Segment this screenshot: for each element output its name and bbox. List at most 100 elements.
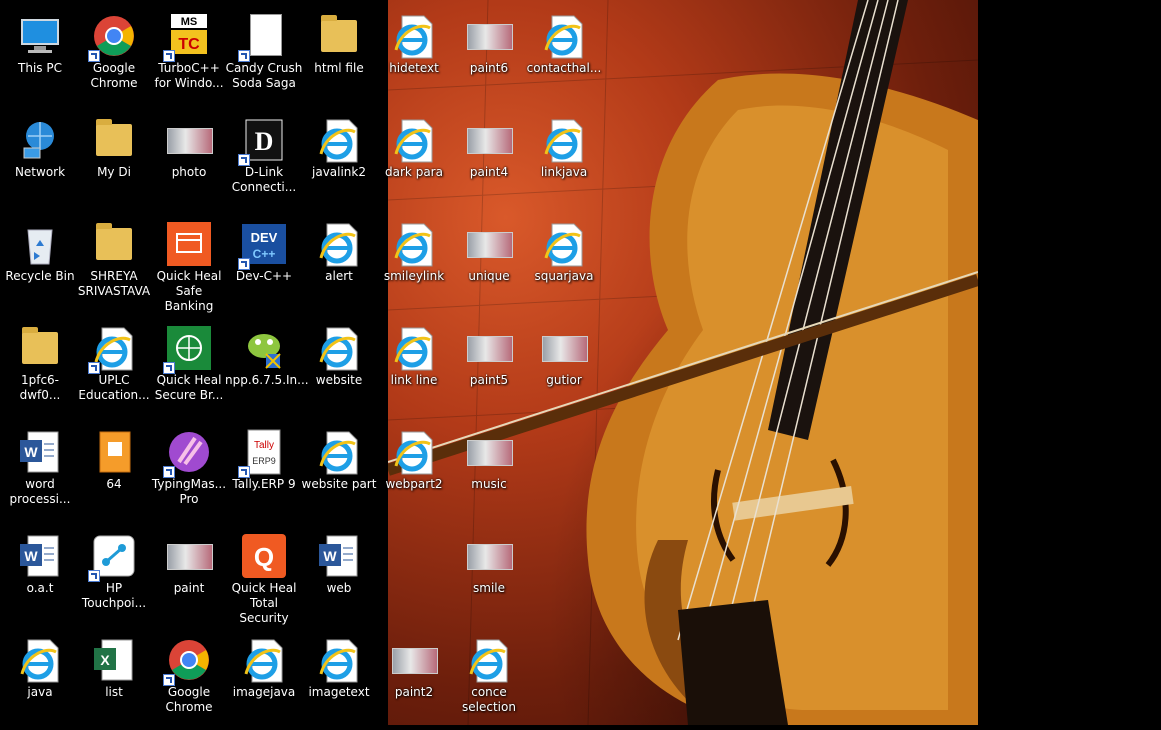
desktop-icon[interactable]: javalink2 <box>299 110 379 210</box>
desktop-icon[interactable]: My Di <box>74 110 154 210</box>
desktop-icon[interactable]: photo <box>149 110 229 210</box>
desktop-icon[interactable]: SHREYA SRIVASTAVA <box>74 214 154 314</box>
desktop-icon-label: music <box>471 477 507 491</box>
svg-text:D: D <box>255 127 274 156</box>
desktop-icon[interactable]: Candy Crush Soda Saga <box>224 6 304 106</box>
shortcut-arrow-icon <box>238 258 250 270</box>
desktop-icon[interactable]: conce selection <box>449 630 529 730</box>
svg-text:DEV: DEV <box>251 230 278 245</box>
desktop-icon[interactable]: paint4 <box>449 110 529 210</box>
shortcut-arrow-icon <box>163 362 175 374</box>
desktop-icon[interactable]: Xlist <box>74 630 154 730</box>
dlink-icon: D <box>238 116 288 166</box>
desktop-icon[interactable]: smileylink <box>374 214 454 314</box>
shortcut-arrow-icon <box>238 154 250 166</box>
desktop-icon[interactable]: imagejava <box>224 630 304 730</box>
svg-text:W: W <box>24 444 38 460</box>
shortcut-arrow-icon <box>163 50 175 62</box>
desktop-icon[interactable]: paint5 <box>449 318 529 418</box>
ie-icon <box>315 636 363 684</box>
desktop-icon[interactable]: Tally ERP9 Tally.ERP 9 <box>224 422 304 522</box>
desktop-icon-label: website <box>315 373 363 387</box>
desktop-icon[interactable]: npp.6.7.5.In... <box>224 318 309 418</box>
desktop-icon[interactable]: 1pfc6-dwf0... <box>0 318 80 418</box>
desktop-icon[interactable]: HP Touchpoi... <box>74 526 154 626</box>
desktop-icon-label: TypingMas... Pro <box>151 477 227 506</box>
desktop-icon[interactable]: MS TC TurboC++ for Windo... <box>149 6 229 106</box>
desktop-icon[interactable]: This PC <box>0 6 80 106</box>
desktop-icon-label: TurboC++ for Windo... <box>154 61 224 90</box>
hp-icon <box>88 532 138 582</box>
desktop-icon-label: smile <box>473 581 505 595</box>
desktop-icon[interactable]: Quick Heal Secure Br... <box>149 318 229 418</box>
desktop-icon-label: SHREYA SRIVASTAVA <box>77 269 151 298</box>
blank-doc-icon <box>238 12 288 62</box>
shortcut-arrow-icon <box>88 570 100 582</box>
desktop-icon[interactable]: unique <box>449 214 529 314</box>
desktop-icon-label: Candy Crush Soda Saga <box>225 61 303 90</box>
desktop-icon-label: HP Touchpoi... <box>81 581 147 610</box>
desktop-icon[interactable]: Q Quick Heal Total Security <box>224 526 304 626</box>
image-thumb-icon <box>465 532 513 580</box>
desktop-icon[interactable]: paint2 <box>374 630 454 730</box>
desktop-icon[interactable]: paint <box>149 526 229 626</box>
svg-text:W: W <box>24 548 38 564</box>
desktop-icon[interactable]: imagetext <box>299 630 379 730</box>
desktop-icon-label: conce selection <box>462 685 516 714</box>
desktop-icon[interactable]: 64 <box>74 422 154 522</box>
folder-icon <box>16 324 64 372</box>
npp-installer-icon <box>240 324 288 372</box>
computer-icon <box>16 12 64 60</box>
desktop-icon[interactable]: html file <box>299 6 379 106</box>
desktop-icon[interactable]: paint6 <box>449 6 529 106</box>
desktop-icon[interactable]: D D-Link Connecti... <box>224 110 304 210</box>
desktop-icon[interactable]: Google Chrome <box>74 6 154 106</box>
desktop-icon[interactable]: gutior <box>524 318 604 418</box>
desktop-icon[interactable]: website <box>299 318 379 418</box>
desktop-icon-label: Quick Heal Total Security <box>231 581 297 625</box>
desktop-icon[interactable]: Google Chrome <box>149 630 229 730</box>
desktop-icon[interactable]: contacthal... <box>524 6 604 106</box>
desktop-icon[interactable]: Network <box>0 110 80 210</box>
desktop-icon[interactable]: UPLC Education... <box>74 318 154 418</box>
desktop-icon-label: Dev-C++ <box>235 269 293 283</box>
desktop-icon[interactable]: music <box>449 422 529 522</box>
desktop-icon-label: website part <box>301 477 377 491</box>
desktop-icon[interactable]: dark para <box>374 110 454 210</box>
desktop-icon[interactable]: smile <box>449 526 529 626</box>
desktop-icon[interactable]: Wo.a.t <box>0 526 80 626</box>
desktop-icon[interactable]: link line <box>374 318 454 418</box>
desktop-icon[interactable]: Recycle Bin <box>0 214 80 314</box>
desktop-icon[interactable]: hidetext <box>374 6 454 106</box>
network-icon <box>16 116 64 164</box>
desktop-icon-label: My Di <box>97 165 131 179</box>
desktop-icon[interactable]: squarjava <box>524 214 604 314</box>
desktop-icon[interactable]: TypingMas... Pro <box>149 422 229 522</box>
desktop-icon-label: D-Link Connecti... <box>231 165 297 194</box>
shortcut-arrow-icon <box>88 50 100 62</box>
desktop-icon[interactable]: alert <box>299 214 379 314</box>
desktop-icon-label: Network <box>14 165 66 179</box>
desktop-icon[interactable]: Wweb <box>299 526 379 626</box>
desktop-icon[interactable]: webpart2 <box>374 422 454 522</box>
recycle-bin-icon <box>16 220 64 268</box>
desktop-icon[interactable]: DEV C++ Dev-C++ <box>224 214 304 314</box>
folder-icon <box>315 12 363 60</box>
image-thumb-icon <box>465 428 513 476</box>
svg-text:TC: TC <box>178 36 200 53</box>
image-thumb-icon <box>540 324 588 372</box>
desktop-icon-label: list <box>105 685 123 699</box>
desktop-icon[interactable]: linkjava <box>524 110 604 210</box>
svg-text:Tally: Tally <box>254 440 274 451</box>
ie-icon <box>540 220 588 268</box>
shortcut-arrow-icon <box>163 674 175 686</box>
desktop-icon-label: 1pfc6-dwf0... <box>19 373 61 402</box>
desktop-icon[interactable]: website part <box>299 422 379 522</box>
desktop-icon-label: contacthal... <box>526 61 602 75</box>
desktop-icon[interactable]: java <box>0 630 80 730</box>
desktop-icon[interactable]: Quick Heal Safe Banking <box>149 214 229 314</box>
desktop-icon-label: smileylink <box>383 269 445 283</box>
ie-icon <box>390 12 438 60</box>
ie-icon <box>88 324 138 374</box>
desktop-icon[interactable]: Wword processi... <box>0 422 80 522</box>
